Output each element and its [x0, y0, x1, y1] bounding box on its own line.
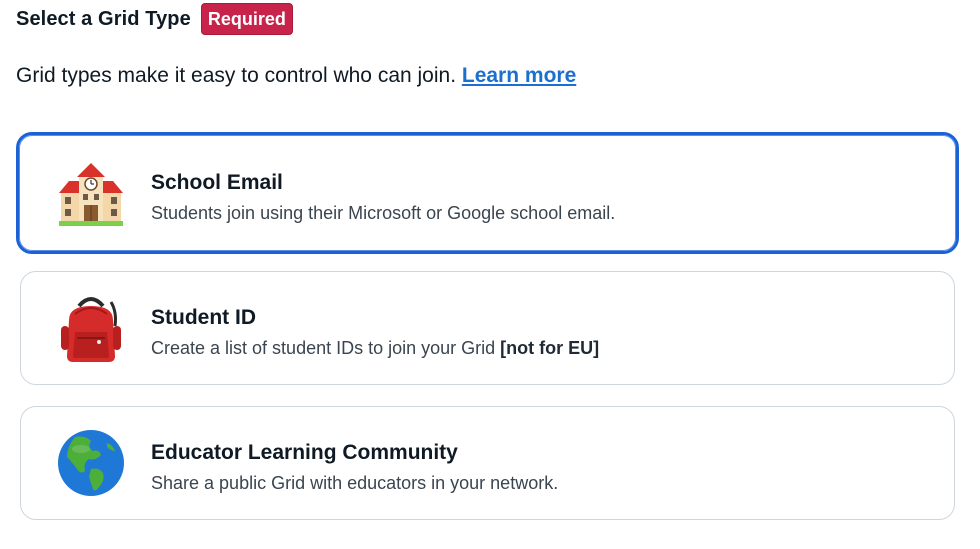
option-subtitle-text: Create a list of student IDs to join you…: [151, 338, 501, 358]
option-educator-learning-community[interactable]: Educator Learning Community Share a publ…: [20, 406, 955, 520]
option-title: School Email: [151, 171, 283, 194]
option-subtitle: Students join using their Microsoft or G…: [151, 203, 616, 223]
learn-more-link[interactable]: Learn more: [462, 64, 576, 87]
option-subtitle: Share a public Grid with educators in yo…: [151, 473, 559, 493]
header: Select a Grid Type Required: [16, 3, 293, 35]
option-title: Student ID: [151, 306, 256, 329]
option-title: Educator Learning Community: [151, 441, 458, 464]
required-badge: Required: [200, 3, 293, 35]
option-subtitle: Create a list of student IDs to join you…: [151, 338, 599, 359]
globe-americas-icon: [55, 427, 127, 499]
description: Grid types make it easy to control who c…: [16, 64, 576, 88]
backpack-icon: [55, 292, 127, 364]
option-school-email[interactable]: School Email Students join using their M…: [16, 132, 959, 254]
grid-type-selector: Select a Grid Type Required Grid types m…: [0, 0, 980, 549]
option-subtitle-note: [not for EU]: [500, 338, 600, 358]
option-student-id[interactable]: Student ID Create a list of student IDs …: [20, 271, 955, 385]
description-text: Grid types make it easy to control who c…: [16, 64, 462, 87]
section-title: Select a Grid Type: [16, 7, 191, 30]
school-building-icon: [55, 157, 127, 229]
